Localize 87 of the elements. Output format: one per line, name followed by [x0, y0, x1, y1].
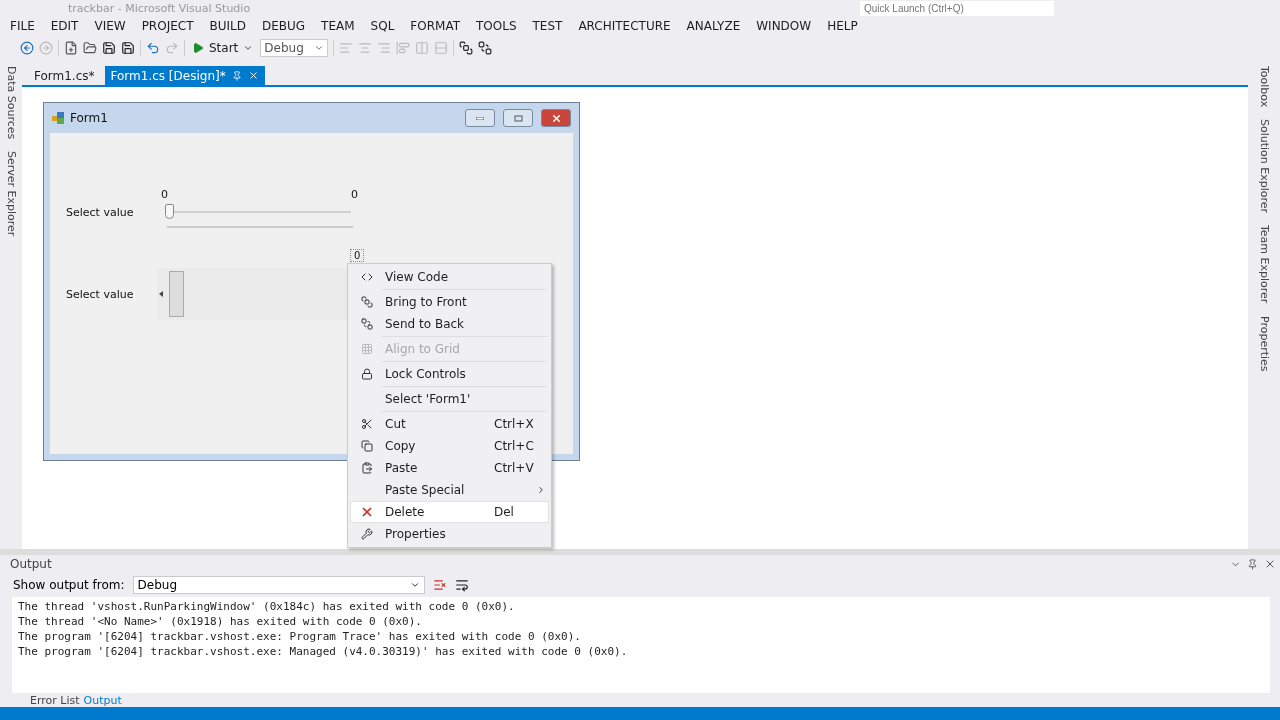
form-title: Form1	[70, 111, 109, 125]
code-icon	[361, 271, 373, 283]
close-icon	[550, 112, 562, 124]
menu-item[interactable]: Send to Back	[350, 313, 549, 335]
window-title: trackbar - Microsoft Visual Studio	[68, 1, 251, 15]
side-tab[interactable]: Team Explorer	[1257, 225, 1271, 304]
left-arrow-icon[interactable]	[159, 291, 163, 297]
value-label: 0	[350, 249, 365, 262]
menu-item[interactable]: TOOLS	[469, 19, 526, 33]
side-tab[interactable]: Properties	[1257, 315, 1271, 372]
side-tab[interactable]: Server Explorer	[4, 151, 18, 237]
play-icon	[192, 42, 204, 54]
menu-item[interactable]: FILE	[3, 19, 44, 33]
pin-icon[interactable]	[231, 70, 242, 81]
minimize-button[interactable]	[465, 109, 495, 127]
quick-launch-field[interactable]: Quick Launch (Ctrl+Q)	[860, 0, 1054, 16]
menu-item[interactable]: BUILD	[202, 19, 255, 33]
save-icon[interactable]	[102, 41, 116, 55]
grid-icon	[361, 343, 373, 355]
field-label: Select value	[65, 287, 135, 301]
menu-item[interactable]: TEAM	[314, 19, 364, 33]
copy-icon	[361, 440, 373, 452]
menu-item[interactable]: EDIT	[43, 19, 88, 33]
side-tab[interactable]: Solution Explorer	[1257, 119, 1271, 214]
configuration-dropdown[interactable]: Debug	[260, 39, 329, 57]
caret-icon	[243, 43, 254, 53]
new-file-icon[interactable]	[64, 41, 78, 55]
lock-icon	[361, 368, 373, 380]
menu-item[interactable]: HELP	[820, 19, 867, 33]
menu-item[interactable]: PROJECT	[134, 19, 203, 33]
pin-icon[interactable]	[1247, 558, 1258, 570]
document-tab[interactable]: Form1.cs [Design]*	[104, 66, 265, 85]
side-tab[interactable]: Toolbox	[1257, 66, 1271, 108]
min-label: 0	[161, 188, 168, 201]
maximize-button[interactable]	[503, 109, 533, 127]
side-tab[interactable]: Data Sources	[4, 66, 18, 140]
menu-item[interactable]: Properties	[350, 523, 549, 545]
menu-item[interactable]: WINDOW	[749, 19, 821, 33]
output-line: The program '[6204] trackbar.vshost.exe: Managed (v4.0.30319)' has exited with code 0 (0x0).	[18, 644, 629, 659]
menu-item[interactable]: Select 'Form1'	[350, 388, 549, 410]
max-label: 0	[351, 188, 358, 201]
undo-icon[interactable]	[146, 41, 160, 55]
field-label: Select value	[65, 205, 135, 219]
maximize-icon	[513, 114, 523, 122]
panel-tab[interactable]: Output	[83, 693, 122, 707]
scissors-icon	[361, 418, 373, 430]
panel-tab[interactable]: Error List	[30, 693, 80, 707]
caret-icon	[314, 43, 325, 53]
source-dropdown[interactable]: Debug	[132, 576, 425, 594]
slider-thumb[interactable]	[165, 204, 174, 219]
close-icon[interactable]	[1264, 558, 1276, 570]
output-line: The thread 'vshost.RunParkingWindow' (0x184c) has exited with code 0 (0x0).	[18, 599, 516, 614]
save-all-icon[interactable]	[121, 41, 135, 55]
menu-item[interactable]: SQL	[363, 19, 404, 33]
menu-item[interactable]: Delete Del	[350, 501, 549, 523]
close-icon[interactable]	[247, 70, 259, 81]
minimize-icon	[476, 116, 484, 120]
source-label: Show output from:	[13, 578, 125, 592]
open-folder-icon[interactable]	[83, 41, 97, 55]
menu-item[interactable]: Cut Ctrl+X	[350, 413, 549, 435]
caret-icon	[409, 580, 420, 590]
menu-item[interactable]: Paste Special	[350, 479, 549, 501]
document-tab[interactable]: Form1.cs*	[28, 66, 101, 85]
close-button[interactable]	[541, 109, 571, 127]
wrench-icon	[361, 528, 373, 540]
menu-item[interactable]: VIEW	[87, 19, 135, 33]
delete-icon	[360, 505, 374, 519]
menu-item[interactable]: Lock Controls	[350, 363, 549, 385]
back-icon[interactable]	[20, 41, 34, 55]
menu-item[interactable]: Bring to Front	[350, 291, 549, 313]
output-line: The program '[6204] trackbar.vshost.exe: Program Trace' has exited with code 0 (0x0).	[18, 629, 582, 644]
menu-item[interactable]: Copy Ctrl+C	[350, 435, 549, 457]
menu-item[interactable]: View Code	[350, 266, 549, 288]
clear-icon[interactable]	[432, 578, 447, 592]
paste-icon	[361, 462, 373, 474]
panel-title: Output	[10, 557, 53, 571]
form-icon	[52, 112, 64, 124]
menu-item[interactable]: FORMAT	[403, 19, 469, 33]
output-line: The thread '<No Name>' (0x1918) has exited with code 0 (0x0).	[18, 614, 423, 629]
start-button[interactable]: Start	[190, 41, 256, 55]
menu-item[interactable]: DEBUG	[254, 19, 315, 33]
word-wrap-icon[interactable]	[454, 578, 469, 592]
menu-item[interactable]: Paste Ctrl+V	[350, 457, 549, 479]
menu-item[interactable]: ARCHITECTURE	[571, 19, 680, 33]
menu-item[interactable]: TEST	[525, 19, 572, 33]
menu-item[interactable]: ANALYZE	[679, 19, 750, 33]
scroll-thumb[interactable]	[169, 271, 184, 317]
